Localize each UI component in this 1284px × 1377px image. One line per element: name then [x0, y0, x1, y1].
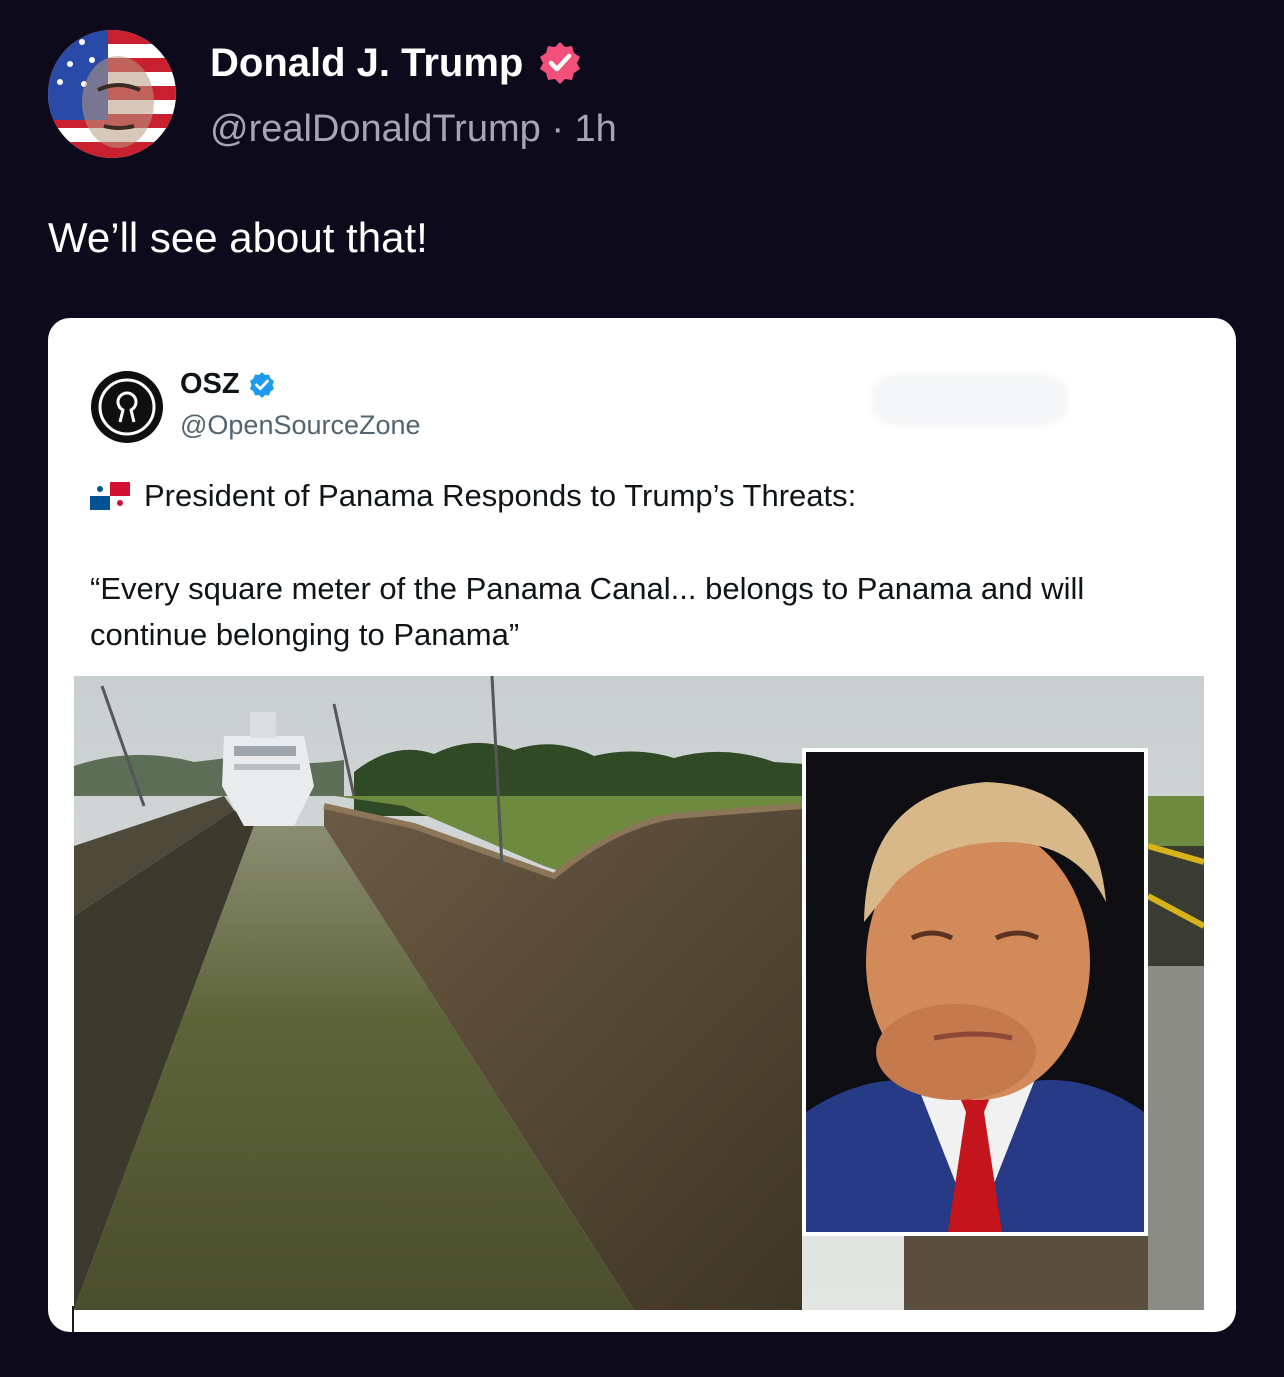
osz-name: OSZ: [180, 368, 240, 400]
blurred-follow-button: [870, 374, 1070, 426]
portrait-inset: [802, 748, 1148, 1236]
canal-photo: [74, 676, 1204, 1310]
osz-quote: “Every square meter of the Panama Canal.…: [90, 571, 1085, 652]
avatar-image: [48, 30, 176, 158]
blue-verified-icon: [248, 371, 276, 399]
handle[interactable]: @realDonaldTrump: [210, 108, 541, 150]
osz-headline-row: President of Panama Responds to Trump’s …: [90, 478, 856, 514]
author-name[interactable]: Donald J. Trump: [210, 41, 523, 86]
portrait-image: [806, 752, 1144, 1232]
separator: ·: [551, 108, 564, 150]
open-source-logo-icon: [91, 371, 163, 443]
avatar[interactable]: [48, 30, 176, 158]
osz-handle: @OpenSourceZone: [180, 410, 421, 440]
handle-line: @realDonaldTrump · 1h: [210, 108, 617, 151]
timestamp[interactable]: 1h: [575, 108, 617, 150]
post-header: Donald J. Trump @realDonaldTrump · 1h: [48, 28, 1228, 158]
osz-name-row: OSZ: [180, 368, 276, 401]
author-name-row: Donald J. Trump: [210, 40, 583, 86]
text-cursor: [72, 1306, 74, 1332]
panama-flag-icon: [90, 482, 130, 510]
verified-badge-icon: [537, 40, 583, 86]
post-text: We’ll see about that!: [48, 214, 428, 261]
osz-avatar: [90, 370, 164, 444]
embedded-media-card[interactable]: OSZ @OpenSourceZone President of Panama …: [48, 318, 1236, 1332]
osz-headline: President of Panama Responds to Trump’s …: [144, 478, 857, 513]
